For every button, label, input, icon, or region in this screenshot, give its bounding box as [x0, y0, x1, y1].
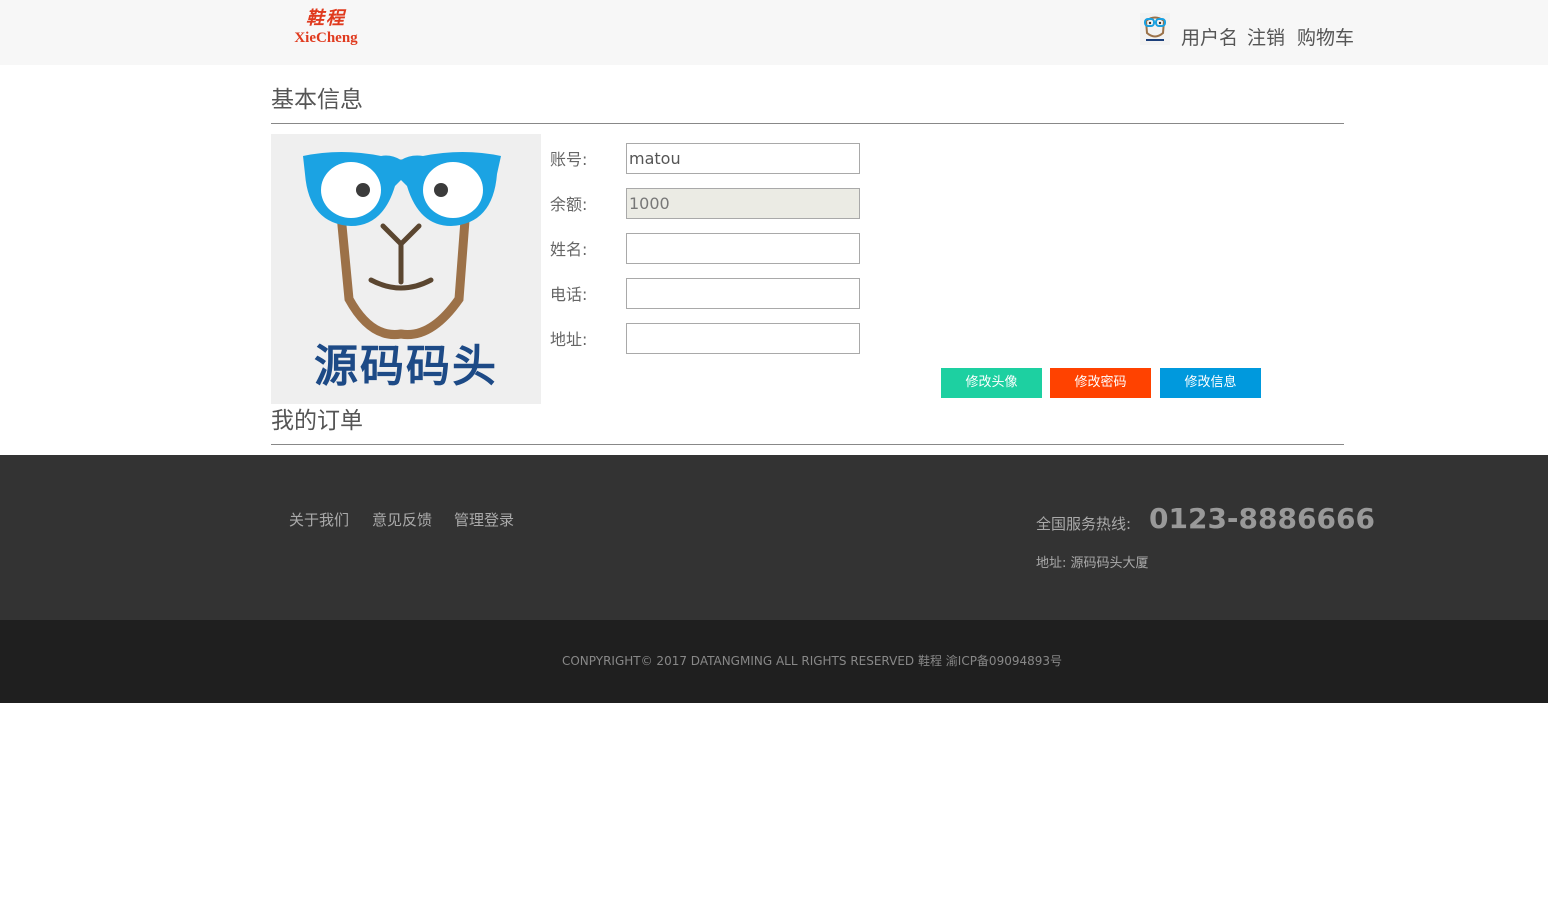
my-orders-title: 我的订单 — [271, 408, 363, 434]
phone-input[interactable] — [626, 278, 860, 309]
change-password-button[interactable]: 修改密码 — [1050, 368, 1151, 398]
balance-label: 余额: — [550, 195, 588, 214]
my-orders-divider — [271, 444, 1344, 445]
account-label: 账号: — [550, 150, 588, 169]
logo-english-text: XieCheng — [294, 30, 358, 46]
name-label: 姓名: — [550, 240, 588, 259]
footer-link-admin-login[interactable]: 管理登录 — [454, 510, 514, 530]
account-input[interactable] — [626, 143, 860, 174]
footer-link-feedback[interactable]: 意见反馈 — [372, 510, 432, 530]
change-avatar-button[interactable]: 修改头像 — [941, 368, 1042, 398]
change-info-button[interactable]: 修改信息 — [1160, 368, 1261, 398]
nav-username-link[interactable]: 用户名 — [1181, 26, 1238, 50]
footer-address: 地址: 源码码头大厦 — [1036, 556, 1149, 571]
footer-main — [0, 455, 1548, 620]
address-label: 地址: — [550, 330, 588, 349]
avatar-brand-text: 源码码头 — [314, 341, 498, 392]
footer-link-about[interactable]: 关于我们 — [289, 510, 349, 530]
profile-avatar: 源码码头 — [271, 134, 541, 404]
basic-info-divider — [271, 123, 1344, 124]
name-input[interactable] — [626, 233, 860, 264]
site-logo[interactable]: 鞋程 XieCheng — [290, 8, 362, 52]
user-avatar-icon[interactable] — [1140, 13, 1170, 45]
logo-chinese-text: 鞋程 — [306, 8, 346, 29]
site-header: 鞋程 XieCheng 用户名 注销 购物车 — [0, 0, 1548, 65]
copyright-text: CONPYRIGHT© 2017 DATANGMING ALL RIGHTS R… — [561, 654, 1063, 668]
nav-cart-link[interactable]: 购物车 — [1297, 26, 1354, 50]
basic-info-title: 基本信息 — [271, 87, 363, 113]
address-input[interactable] — [626, 323, 860, 354]
nav-logout-link[interactable]: 注销 — [1247, 26, 1285, 50]
hotline-label: 全国服务热线: — [1036, 515, 1132, 533]
balance-input — [626, 188, 860, 219]
hotline-number: 0123-8886666 — [1149, 502, 1375, 535]
phone-label: 电话: — [550, 285, 588, 304]
